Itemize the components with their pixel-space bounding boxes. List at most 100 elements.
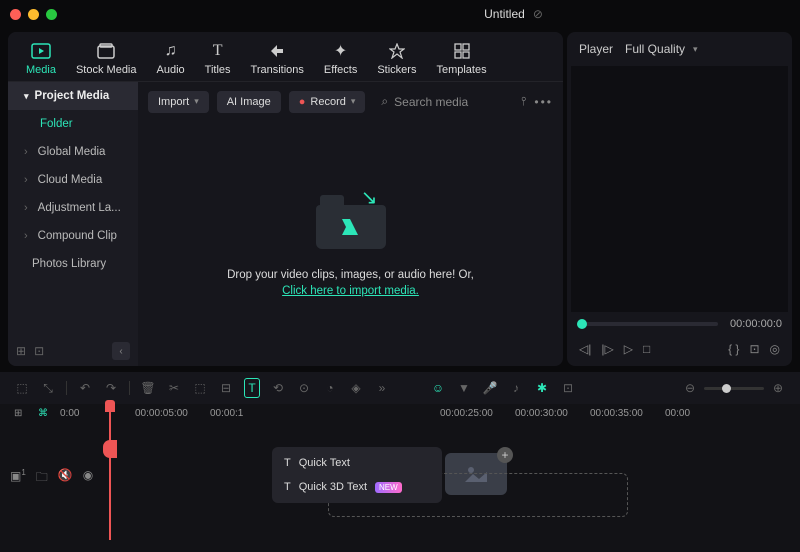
track-header-icon[interactable]: ⊞ [14,408,22,419]
text-3d-icon: T [284,481,291,493]
media-icon [31,42,51,60]
tab-label: Media [26,64,56,76]
delete-icon[interactable]: 🗑 [140,381,156,395]
rotate-icon[interactable]: ⟲ [270,381,286,395]
sidebar-label: Global Media [38,146,106,158]
quick-text-item[interactable]: T Quick Text [272,451,442,475]
crop-preview-icon[interactable]: ⊡ [747,340,761,358]
tab-titles[interactable]: T Titles [195,38,241,80]
collapse-sidebar[interactable]: ‹ [112,342,130,360]
folder-action-icon[interactable]: ⊡ [34,344,44,358]
lock-icon[interactable]: 🗀 [36,468,48,489]
tab-stock-media[interactable]: Stock Media [66,38,147,80]
sidebar-adjustment-layer[interactable]: Adjustment La... [8,194,138,222]
media-toolbar: Import▾ AI Image ●Record▾ ⌕ Search media… [138,82,563,121]
zoom-in-icon[interactable]: ⊕ [770,381,786,395]
media-dropzone[interactable]: ↘ Drop your video clips, images, or audi… [138,121,563,366]
timeline-tracks[interactable]: T Quick Text TQuick 3D TextNEW [0,453,800,523]
tab-effects[interactable]: ✦ Effects [314,38,367,80]
import-button[interactable]: Import▾ [148,91,209,113]
minimize-window[interactable] [28,9,39,20]
visibility-icon[interactable]: ◉ [83,468,93,489]
ai-image-button[interactable]: AI Image [217,91,281,113]
tab-templates[interactable]: Templates [426,38,496,80]
transport-controls: ◁| |▷ ▷ □ { } ⊡ ◎ [567,336,792,366]
cut-icon[interactable]: ✂ [166,381,182,395]
redo-icon[interactable]: ↷ [103,381,119,395]
render-icon[interactable]: ⊡ [560,381,576,395]
more-icon[interactable]: ••• [534,95,553,109]
templates-icon [454,42,470,60]
marker-icon[interactable]: ▼ [456,381,472,395]
time-mark: 00:00:1 [210,408,285,419]
playhead[interactable] [109,400,111,540]
text-icon: T [284,457,291,469]
more-tools-icon[interactable]: » [374,381,390,395]
quality-select[interactable]: Full Quality▾ [625,42,698,56]
sidebar-global-media[interactable]: Global Media [8,138,138,166]
crop-icon[interactable]: ⬚ [192,381,208,395]
scrub-bar[interactable] [577,322,718,326]
timeline-ruler[interactable]: ⊞ ⌘ 0:00 00:00:05:00 00:00:1 00:00:25:00… [0,404,800,423]
dd-label: Quick Text [299,457,350,469]
new-folder-icon[interactable]: ⊞ [16,344,26,358]
tab-label: Titles [205,64,231,76]
time-mark: 0:00 [60,408,135,419]
preview-panel: Player Full Quality▾ 00:00:00:0 ◁| |▷ ▷ … [567,32,792,366]
tab-media[interactable]: Media [16,38,66,80]
quick-3d-text-item[interactable]: TQuick 3D TextNEW [272,475,442,499]
time-mark: 00:00:30:00 [515,408,590,419]
time-mark: 00:00:25:00 [440,408,515,419]
text-tool-icon[interactable]: T [244,378,260,398]
tab-transitions[interactable]: Transitions [241,38,314,80]
step-back-icon[interactable]: |▷ [599,340,615,358]
select-tool-icon[interactable]: ⤡ [40,381,56,396]
dropzone-text: Drop your video clips, images, or audio … [227,269,474,281]
keyframe-icon[interactable]: ◈ [348,381,364,395]
maximize-window[interactable] [46,9,57,20]
ai-audio-icon[interactable]: ✱ [534,381,550,395]
title-center: Untitled ⊘ [237,7,790,21]
sidebar-folder[interactable]: Folder [8,110,138,138]
audio-mix-icon[interactable]: ♪ [508,381,524,395]
pointer-tool-icon[interactable]: ⬚ [14,381,30,395]
media-panel: Media Stock Media ♫ Audio T Titles Trans… [8,32,563,366]
folder-graphic: ↘ [316,191,386,249]
sidebar-cloud-media[interactable]: Cloud Media [8,166,138,194]
text-dropdown: T Quick Text TQuick 3D TextNEW [272,447,442,503]
stop-icon[interactable]: □ [641,340,652,358]
sidebar-label: Project Media [35,90,110,102]
tab-audio[interactable]: ♫ Audio [147,38,195,80]
zoom-slider[interactable] [704,387,764,390]
sidebar-photos-library[interactable]: Photos Library [8,250,138,278]
color-icon[interactable]: ◔ [322,381,338,395]
zoom-out-icon[interactable]: ⊖ [682,381,698,395]
mute-icon[interactable]: 🔇 [58,468,73,489]
undo-icon[interactable]: ↶ [77,381,93,395]
sidebar-project-media[interactable]: ▾Project Media [8,82,138,110]
audio-icon: ♫ [165,42,177,60]
sidebar-compound-clip[interactable]: Compound Clip [8,222,138,250]
record-button[interactable]: ●Record▾ [289,91,366,113]
link-icon[interactable]: ⌘ [38,408,48,419]
search-placeholder: Search media [394,95,468,109]
prev-frame-icon[interactable]: ◁| [577,340,593,358]
search-media[interactable]: ⌕ Search media [373,90,513,113]
snapshot-icon[interactable]: ◎ [768,340,782,358]
filter-icon[interactable]: ⫯ [521,94,526,109]
time-mark: 00:00:05:00 [135,408,210,419]
import-link[interactable]: Click here to import media. [282,285,419,297]
sidebar-label: Photos Library [32,258,106,270]
new-badge: NEW [375,482,402,493]
video-track-icon[interactable]: ▣1 [10,468,26,489]
mic-icon[interactable]: 🎤 [482,381,498,395]
preview-viewport[interactable] [571,66,788,312]
tab-stickers[interactable]: Stickers [367,38,426,80]
speed-icon[interactable]: ⊙ [296,381,312,395]
close-window[interactable] [10,9,21,20]
ai-icon[interactable]: ☺ [430,381,446,395]
trim-icon[interactable]: ⊟ [218,381,234,395]
tab-label: Stock Media [76,64,137,76]
bracket-icon[interactable]: { } [726,340,741,358]
play-icon[interactable]: ▷ [622,340,635,358]
